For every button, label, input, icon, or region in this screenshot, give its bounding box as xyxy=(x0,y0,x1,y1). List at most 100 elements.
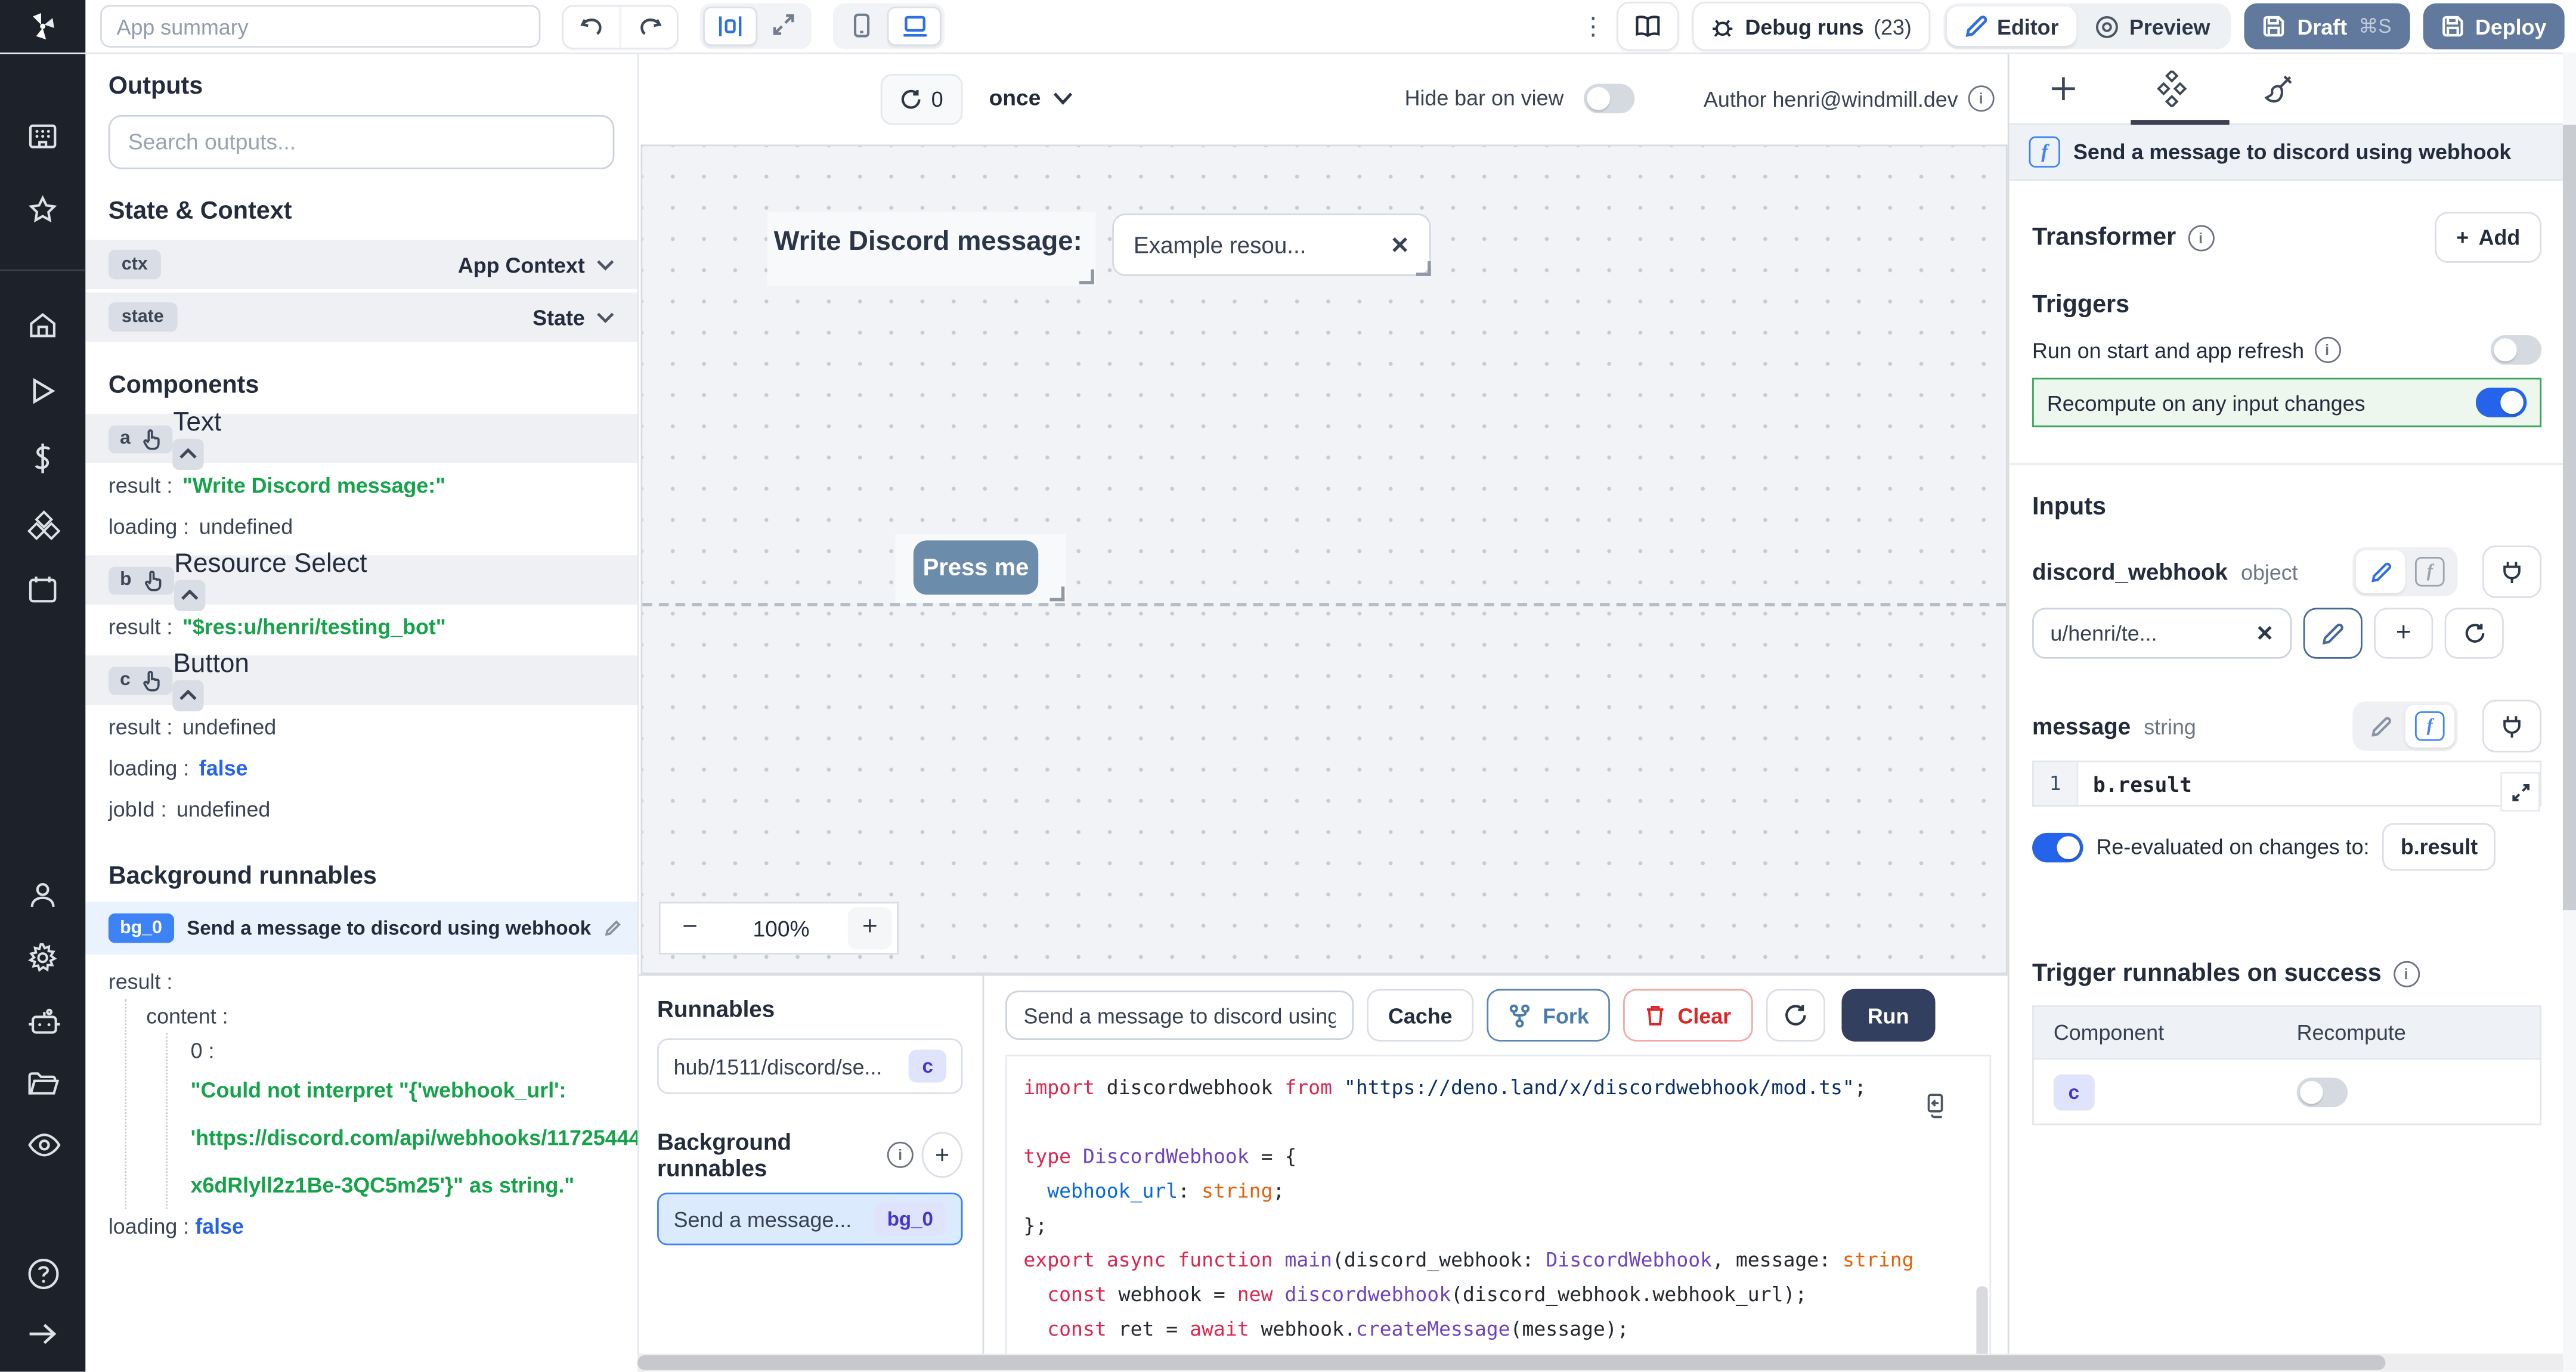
workers-robot-icon[interactable] xyxy=(26,1007,59,1040)
edit-resource-button[interactable] xyxy=(2303,608,2363,658)
add-transformer-button[interactable]: + Add xyxy=(2435,212,2541,262)
run-on-start-toggle[interactable] xyxy=(2491,335,2541,365)
resources-icon[interactable] xyxy=(26,509,59,542)
add-background-runnable-button[interactable]: + xyxy=(922,1132,963,1178)
copy-icon[interactable] xyxy=(1924,1092,1947,1119)
runs-icon[interactable] xyxy=(26,374,59,407)
docs-button[interactable] xyxy=(1617,2,1680,51)
component-b-badge[interactable]: b xyxy=(109,566,174,594)
collapse-component-b[interactable] xyxy=(174,579,205,610)
recompute-toggle[interactable] xyxy=(2476,388,2527,417)
tab-theme[interactable] xyxy=(2259,70,2295,107)
tab-settings[interactable] xyxy=(2154,70,2190,107)
static-mode-button[interactable] xyxy=(2356,705,2405,748)
scrollbar-thumb[interactable] xyxy=(2563,125,2576,910)
windmill-logo[interactable] xyxy=(0,0,85,52)
component-c-header[interactable]: c Button xyxy=(85,655,637,705)
clear-selection-icon[interactable]: ✕ xyxy=(1391,231,1410,259)
runnable-name-input[interactable] xyxy=(1005,990,1354,1040)
tree-key[interactable]: 0 : xyxy=(191,1033,615,1068)
bg0-runnable-item-selected[interactable]: Send a message... bg_0 xyxy=(657,1193,962,1245)
component-c-badge[interactable]: c xyxy=(109,666,174,694)
output-row[interactable]: result :"$res:u/henri/testing_bot" xyxy=(85,606,637,654)
output-row[interactable]: result :undefined xyxy=(85,707,637,748)
desktop-view-toggle[interactable] xyxy=(887,7,942,46)
code-scrollbar[interactable] xyxy=(1976,1286,1987,1355)
info-icon[interactable]: i xyxy=(2314,337,2340,363)
recompute-row-toggle[interactable] xyxy=(2297,1077,2348,1107)
info-icon[interactable]: i xyxy=(2188,224,2214,250)
state-row[interactable]: state State xyxy=(85,292,637,342)
center-align-toggle[interactable] xyxy=(703,7,757,46)
info-icon[interactable]: i xyxy=(887,1142,914,1168)
variables-icon[interactable] xyxy=(26,442,59,475)
tree-key[interactable]: result : xyxy=(109,964,615,999)
component-a-header[interactable]: a Text xyxy=(85,414,637,463)
clear-button[interactable]: Clear xyxy=(1624,989,1753,1042)
bg0-output-row[interactable]: bg_0 Send a message to discord using web… xyxy=(85,902,637,955)
tab-preview[interactable]: Preview xyxy=(2077,7,2228,46)
undo-button[interactable] xyxy=(564,6,620,47)
horizontal-scrollbar[interactable] xyxy=(637,1354,2576,1371)
info-icon[interactable]: i xyxy=(1968,85,1994,112)
run-button[interactable]: Run xyxy=(1841,989,1936,1042)
collapse-rail-icon[interactable] xyxy=(26,1321,59,1354)
hub-runnable-item[interactable]: hub/1511/discord/se... c xyxy=(657,1038,962,1094)
connect-plug-button[interactable] xyxy=(2482,700,2541,752)
users-icon[interactable] xyxy=(26,879,59,912)
component-b-header[interactable]: b Resource Select xyxy=(85,555,637,605)
component-a-badge[interactable]: a xyxy=(109,425,174,453)
expand-editor-icon[interactable] xyxy=(2500,772,2540,812)
folders-icon[interactable] xyxy=(26,1068,59,1101)
fork-button[interactable]: Fork xyxy=(1487,989,1610,1042)
code-editor[interactable]: import discordwebhook from "https://deno… xyxy=(1005,1055,1991,1355)
tab-editor[interactable]: Editor xyxy=(1946,7,2077,46)
collapse-component-a[interactable] xyxy=(173,438,204,469)
settings-gear-icon[interactable] xyxy=(26,941,59,974)
hide-bar-toggle[interactable] xyxy=(1584,84,1634,114)
favorites-icon[interactable] xyxy=(26,194,59,227)
zoom-out-button[interactable]: − xyxy=(665,913,715,943)
output-row[interactable]: jobId :undefined xyxy=(85,788,637,829)
press-me-button[interactable]: Press me xyxy=(914,540,1038,594)
static-mode-button[interactable] xyxy=(2356,550,2405,593)
info-icon[interactable]: i xyxy=(2393,960,2419,986)
schedules-icon[interactable] xyxy=(26,574,59,606)
tree-key[interactable]: content : xyxy=(146,999,614,1033)
mobile-view-toggle[interactable] xyxy=(836,7,887,43)
schedule-dropdown[interactable]: once xyxy=(989,74,1072,122)
draft-button[interactable]: Draft ⌘S xyxy=(2244,4,2410,49)
edit-pencil-icon[interactable] xyxy=(604,920,621,937)
workspace-icon[interactable] xyxy=(26,120,59,153)
ctx-row[interactable]: ctx App Context xyxy=(85,240,637,289)
tab-insert[interactable] xyxy=(2045,70,2082,107)
eval-mode-button[interactable]: f xyxy=(2405,550,2454,593)
output-row[interactable]: result :"Write Discord message:" xyxy=(85,465,637,506)
more-menu-button[interactable]: ⋮ xyxy=(1581,11,1604,41)
audit-eye-icon[interactable] xyxy=(26,1131,59,1163)
resize-handle[interactable] xyxy=(1416,261,1431,276)
page-scrollbar[interactable] xyxy=(2563,52,2576,1371)
fullscreen-toggle[interactable] xyxy=(757,7,808,43)
button-component-cell[interactable]: Press me xyxy=(896,534,1067,603)
home-icon[interactable] xyxy=(26,309,59,342)
output-row[interactable]: loading :undefined xyxy=(85,506,637,554)
refresh-resource-button[interactable] xyxy=(2445,608,2504,658)
reeval-dependency-chip[interactable]: b.result xyxy=(2383,823,2496,871)
create-resource-button[interactable]: + xyxy=(2374,608,2433,658)
deploy-button[interactable]: Deploy xyxy=(2423,4,2565,49)
search-outputs-input[interactable] xyxy=(109,115,615,169)
text-component[interactable]: Write Discord message: xyxy=(767,212,1096,286)
redo-button[interactable] xyxy=(620,6,677,47)
output-row[interactable]: loading :false xyxy=(85,748,637,789)
help-icon[interactable] xyxy=(26,1257,59,1290)
zoom-in-button[interactable]: + xyxy=(848,907,892,950)
clear-resource-icon[interactable]: ✕ xyxy=(2256,620,2274,646)
app-summary-input[interactable] xyxy=(100,5,540,48)
message-expression-editor[interactable]: 1 b.result xyxy=(2032,761,2541,807)
reload-code-button[interactable] xyxy=(1766,989,1825,1042)
chevron-down-icon[interactable] xyxy=(596,311,614,323)
debug-runs-button[interactable]: Debug runs (23) xyxy=(1692,2,1930,51)
collapse-component-c[interactable] xyxy=(173,679,204,710)
reevaluate-toggle[interactable] xyxy=(2032,832,2083,862)
